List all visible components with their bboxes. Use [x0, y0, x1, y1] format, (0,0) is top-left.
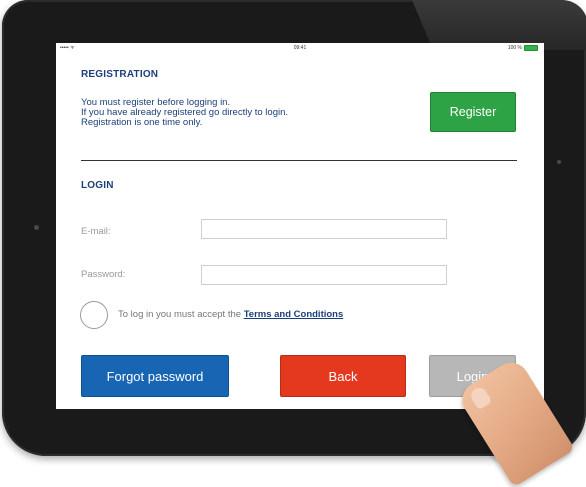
section-divider — [81, 160, 517, 161]
forgot-password-button[interactable]: Forgot password — [81, 355, 229, 397]
back-button[interactable]: Back — [280, 355, 406, 397]
password-field[interactable] — [201, 265, 447, 285]
registration-line: Registration is one time only. — [81, 117, 203, 128]
register-button[interactable]: Register — [430, 92, 516, 132]
status-bar: ••••• ᯤ 09:41 100 % — [56, 43, 544, 53]
email-label: E-mail: — [81, 226, 111, 237]
terms-prefix: To log in you must accept the — [118, 309, 244, 320]
front-camera-dot — [557, 160, 561, 164]
tablet-screen: ••••• ᯤ 09:41 100 % REGISTRATION You mus… — [56, 43, 544, 409]
password-label: Password: — [81, 269, 126, 280]
terms-link[interactable]: Terms and Conditions — [244, 309, 344, 320]
battery-percent: 100 % — [507, 45, 522, 51]
registration-title: REGISTRATION — [81, 69, 159, 80]
login-title: LOGIN — [81, 180, 114, 191]
fingernail — [468, 384, 493, 411]
email-field[interactable] — [201, 219, 447, 239]
terms-checkbox[interactable] — [80, 301, 108, 329]
battery-indicator: 100 % — [508, 43, 538, 53]
battery-icon — [524, 45, 538, 51]
status-time: 09:41 — [293, 45, 307, 51]
registration-instructions: You must register before logging in. If … — [81, 98, 341, 128]
side-camera-dot — [34, 225, 39, 230]
terms-text: To log in you must accept the Terms and … — [118, 309, 343, 320]
